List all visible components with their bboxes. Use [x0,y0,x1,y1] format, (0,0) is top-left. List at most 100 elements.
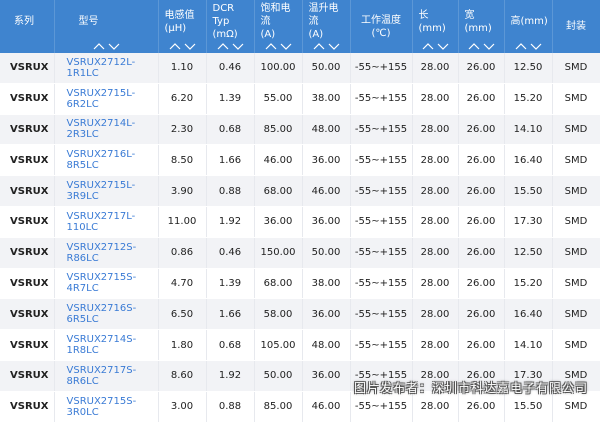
cell-package: SMD [552,298,600,331]
cell-series: VSRUX [0,53,55,84]
cell-series: VSRUX [0,206,55,238]
col-header-width[interactable]: 宽(mm) [458,0,505,53]
cell-series: VSRUX [0,360,55,392]
sort-descending-icon[interactable] [184,42,196,50]
cell-width: 26.00 [458,237,505,269]
cell-temp-rise-current: 38.00 [302,83,351,115]
model-link[interactable]: VSRUX2717L-110LC [54,206,159,238]
cell-temp-rise-current: 36.00 [302,360,351,392]
cell-length: 28.00 [412,237,459,269]
sort-controls[interactable] [159,42,206,50]
cell-series: VSRUX [0,391,55,423]
cell-package: SMD [552,206,600,238]
sort-ascending-icon[interactable] [313,42,325,50]
cell-inductance: 1.10 [158,53,207,84]
col-header-dcr[interactable]: DCR Typ (mΩ) [206,0,255,53]
cell-temp-rise-current: 48.00 [302,329,351,361]
sort-descending-icon[interactable] [232,42,244,50]
cell-series: VSRUX [0,298,55,331]
sort-controls[interactable] [303,42,350,50]
model-link[interactable]: VSRUX2714L-2R3LC [54,114,159,146]
cell-temp-rise-current: 50.00 [302,53,351,84]
sort-descending-icon[interactable] [530,42,542,50]
model-link[interactable]: VSRUX2714S-1R8LC [54,329,159,361]
model-link[interactable]: VSRUX2715L-6R2LC [54,83,159,115]
sort-controls[interactable] [255,42,302,50]
model-link[interactable]: VSRUX2717S-8R6LC [54,360,159,392]
model-link[interactable]: VSRUX2716S-6R5LC [54,298,159,331]
cell-operating-temp: -55~+155 [350,298,413,331]
cell-inductance: 3.00 [158,391,207,423]
col-header-model[interactable]: 型号 [54,0,159,53]
col-header-package: 封装 [552,0,600,53]
table-row: VSRUX VSRUX2716S-6R5LC 6.50 1.66 58.00 36.00-… [0,298,600,331]
cell-inductance: 1.80 [158,329,207,361]
col-header-inductance[interactable]: 电感值 (μH) [158,0,207,53]
sort-descending-icon[interactable] [437,42,449,50]
cell-height: 16.40 [504,144,553,177]
cell-temp-rise-current: 36.00 [302,144,351,177]
cell-series: VSRUX [0,237,55,269]
sort-ascending-icon[interactable] [169,42,181,50]
sort-ascending-icon[interactable] [217,42,229,50]
cell-width: 26.00 [458,83,505,115]
cell-saturation-current: 36.00 [254,206,303,238]
cell-width: 26.00 [458,268,505,300]
cell-dcr: 1.39 [206,268,255,300]
sort-controls[interactable] [413,42,458,50]
cell-dcr: 0.46 [206,53,255,84]
cell-operating-temp: -55~+155 [350,114,413,146]
sort-descending-icon[interactable] [328,42,340,50]
col-header-temp-rise-current[interactable]: 温升电流 (A) [302,0,351,53]
table-row: VSRUX VSRUX2715S-4R7LC 4.70 1.39 68.00 38.00-… [0,268,600,300]
cell-width: 26.00 [458,329,505,361]
cell-height: 15.20 [504,268,553,300]
model-link[interactable]: VSRUX2716L-8R5LC [54,144,159,177]
cell-operating-temp: -55~+155 [350,144,413,177]
cell-length: 28.00 [412,83,459,115]
col-header-operating-temp-label: 工作温度 (℃) [361,14,401,39]
sort-descending-icon[interactable] [483,42,495,50]
col-header-operating-temp: 工作温度 (℃) [350,0,413,53]
col-header-series-label: 系列 [14,16,34,27]
cell-dcr: 0.68 [206,114,255,146]
sort-controls[interactable] [207,42,254,50]
col-header-series: 系列 [0,0,55,53]
model-link[interactable]: VSRUX2712L-1R1LC [54,53,159,84]
sort-ascending-icon[interactable] [265,42,277,50]
sort-ascending-icon[interactable] [93,42,105,50]
cell-dcr: 1.66 [206,144,255,177]
cell-saturation-current: 46.00 [254,144,303,177]
sort-controls[interactable] [55,42,158,50]
sort-ascending-icon[interactable] [468,42,480,50]
col-header-length[interactable]: 长(mm) [412,0,459,53]
cell-dcr: 1.39 [206,83,255,115]
model-link[interactable]: VSRUX2712S-R86LC [54,237,159,269]
sort-ascending-icon[interactable] [422,42,434,50]
cell-temp-rise-current: 36.00 [302,206,351,238]
cell-width: 26.00 [458,298,505,331]
sort-controls[interactable] [505,42,552,50]
cell-package: SMD [552,268,600,300]
cell-operating-temp: -55~+155 [350,83,413,115]
model-link[interactable]: VSRUX2715S-3R0LC [54,391,159,423]
table-row: VSRUX VSRUX2716L-8R5LC 8.50 1.66 46.00 36.00-… [0,144,600,177]
cell-length: 28.00 [412,175,459,207]
table-row: VSRUX VSRUX2715L-3R9LC 3.90 0.88 68.00 46.00-… [0,175,600,207]
sort-descending-icon[interactable] [108,42,120,50]
cell-length: 28.00 [412,114,459,146]
cell-series: VSRUX [0,144,55,177]
cell-series: VSRUX [0,114,55,146]
cell-saturation-current: 100.00 [254,53,303,84]
cell-package: SMD [552,53,600,84]
sort-controls[interactable] [459,42,504,50]
sort-descending-icon[interactable] [280,42,292,50]
col-header-saturation-current[interactable]: 饱和电流 (A) [254,0,303,53]
table-body: VSRUX VSRUX2712L-1R1LC 1.10 0.46 100.00 50.00… [0,53,600,423]
col-header-height[interactable]: 高(mm) [504,0,553,53]
sort-ascending-icon[interactable] [515,42,527,50]
model-link[interactable]: VSRUX2715L-3R9LC [54,175,159,207]
cell-height: 17.30 [504,206,553,238]
model-link[interactable]: VSRUX2715S-4R7LC [54,268,159,300]
cell-height: 12.50 [504,237,553,269]
